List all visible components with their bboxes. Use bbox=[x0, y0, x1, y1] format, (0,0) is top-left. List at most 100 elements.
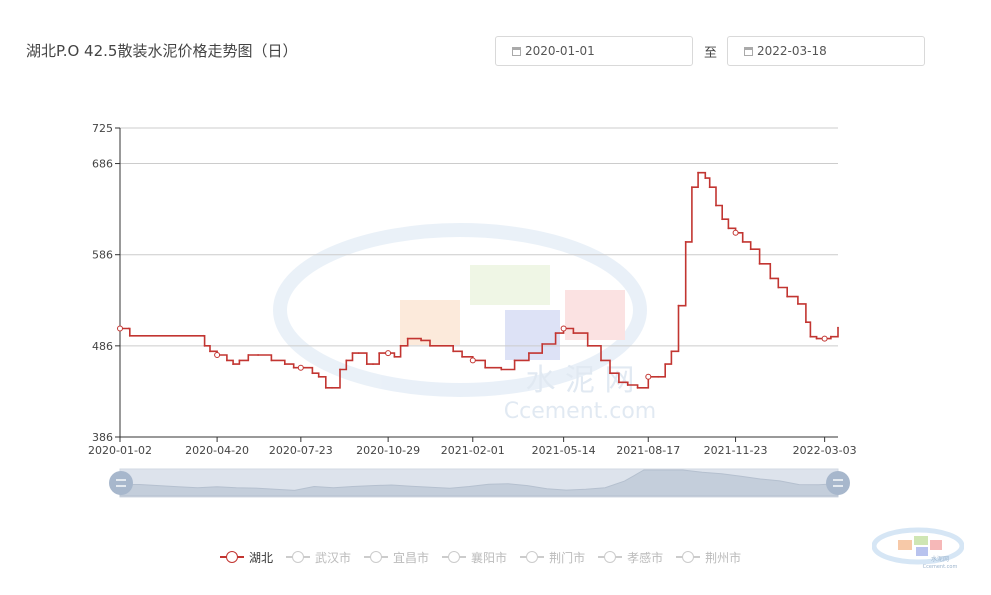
logo-tile bbox=[914, 536, 928, 545]
data-point-marker bbox=[117, 325, 123, 332]
data-point-marker bbox=[214, 352, 221, 358]
y-tick-label: 586 bbox=[92, 249, 113, 262]
data-point bbox=[697, 171, 699, 174]
legend-item[interactable]: 孝感市 bbox=[598, 549, 663, 566]
data-point bbox=[600, 359, 602, 362]
data-point bbox=[238, 359, 241, 362]
x-tick-label: 2020-07-23 bbox=[269, 444, 333, 457]
data-point bbox=[721, 218, 724, 221]
data-point bbox=[513, 359, 516, 362]
data-point bbox=[270, 359, 273, 362]
zoom-handle-left-knob[interactable] bbox=[109, 471, 133, 495]
data-point bbox=[128, 334, 131, 337]
data-point bbox=[345, 359, 348, 362]
data-point bbox=[715, 204, 717, 207]
chart-legend: 湖北 武汉市 宜昌市 襄阳市 荆门市 孝感市 荆州市 bbox=[220, 547, 754, 567]
legend-symbol-icon bbox=[676, 551, 701, 563]
data-point bbox=[741, 241, 744, 243]
legend-symbol-icon bbox=[220, 551, 244, 563]
data-point bbox=[292, 366, 295, 369]
data-point bbox=[636, 386, 639, 389]
data-point bbox=[704, 177, 707, 180]
legend-item[interactable]: 荆州市 bbox=[676, 549, 741, 566]
data-point bbox=[202, 334, 205, 337]
data-point bbox=[283, 363, 286, 365]
data-point bbox=[618, 381, 620, 384]
data-point bbox=[393, 355, 396, 358]
data-point bbox=[406, 337, 409, 340]
legend-label: 荆州市 bbox=[705, 550, 742, 565]
data-point bbox=[232, 363, 235, 365]
legend-item[interactable]: 武汉市 bbox=[286, 549, 351, 566]
data-point bbox=[372, 363, 374, 365]
data-point-marker bbox=[469, 357, 476, 364]
data-point bbox=[378, 352, 381, 354]
y-tick-label: 686 bbox=[92, 158, 113, 171]
data-point bbox=[586, 344, 589, 347]
zoom-handle-right-knob[interactable] bbox=[826, 471, 850, 495]
legend-symbol-icon bbox=[598, 551, 623, 563]
data-point bbox=[226, 359, 228, 362]
data-point bbox=[209, 350, 211, 353]
data-point bbox=[528, 352, 530, 354]
x-tick-label: 2022-03-03 bbox=[793, 444, 857, 457]
watermark-text-en: Ccement.com bbox=[504, 399, 657, 424]
legend-item[interactable]: 宜昌市 bbox=[364, 549, 429, 566]
data-point bbox=[815, 337, 818, 340]
legend-item[interactable]: 荆门市 bbox=[520, 549, 585, 566]
data-point bbox=[758, 262, 761, 265]
data-point-marker bbox=[385, 350, 392, 357]
legend-item[interactable]: 湖北 bbox=[220, 549, 273, 566]
watermark-tile bbox=[470, 265, 550, 305]
y-tick-label: 386 bbox=[92, 431, 113, 444]
legend-label: 湖北 bbox=[249, 550, 274, 565]
data-point bbox=[777, 286, 780, 289]
data-point bbox=[708, 186, 711, 189]
data-point bbox=[670, 350, 673, 353]
data-point bbox=[461, 355, 463, 358]
watermark-logo: 水 泥 网 Ccement.com bbox=[273, 223, 657, 424]
data-point bbox=[837, 326, 839, 329]
data-point bbox=[500, 368, 503, 371]
data-point bbox=[127, 327, 130, 330]
price-chart: 水 泥 网 Ccement.com 386 486 586 686 725 2020-0… bbox=[88, 122, 857, 498]
x-tick-label: 2021-08-17 bbox=[616, 444, 680, 457]
zoom-slider[interactable] bbox=[109, 468, 850, 498]
logo-text-en: Ccement.com bbox=[923, 564, 958, 570]
data-point-marker bbox=[732, 229, 739, 236]
y-tick-label: 486 bbox=[92, 340, 113, 353]
data-point bbox=[317, 375, 320, 378]
x-tick-label: 2020-04-20 bbox=[185, 444, 249, 457]
data-point bbox=[257, 354, 259, 356]
data-point bbox=[554, 332, 557, 334]
legend-item[interactable]: 襄阳市 bbox=[442, 549, 507, 566]
legend-symbol-icon bbox=[520, 551, 545, 563]
data-point bbox=[399, 344, 402, 347]
logo-tile bbox=[916, 547, 928, 556]
data-point bbox=[609, 372, 611, 375]
data-point bbox=[339, 368, 341, 371]
data-point bbox=[203, 344, 206, 347]
x-tick-label: 2020-10-29 bbox=[356, 444, 420, 457]
data-point bbox=[484, 366, 487, 369]
x-tick-label: 2021-05-14 bbox=[532, 444, 596, 457]
data-point bbox=[429, 344, 431, 347]
data-point bbox=[749, 248, 752, 251]
data-point bbox=[657, 375, 659, 378]
data-point bbox=[331, 386, 333, 389]
logo-text-cn: 水泥网 bbox=[931, 555, 949, 563]
data-point bbox=[769, 277, 772, 280]
data-point bbox=[420, 339, 422, 342]
data-point bbox=[247, 354, 250, 356]
data-point bbox=[541, 343, 544, 345]
legend-label: 武汉市 bbox=[315, 550, 352, 565]
data-point-marker bbox=[645, 373, 652, 380]
x-tick-label: 2021-11-23 bbox=[704, 444, 768, 457]
x-tick-label: 2020-01-02 bbox=[88, 444, 152, 457]
data-point bbox=[830, 335, 832, 338]
data-point bbox=[365, 363, 368, 365]
zoom-handle-left[interactable] bbox=[109, 471, 133, 495]
zoom-handle-right[interactable] bbox=[826, 471, 850, 495]
data-point bbox=[351, 352, 354, 354]
logo-tile bbox=[898, 540, 912, 550]
